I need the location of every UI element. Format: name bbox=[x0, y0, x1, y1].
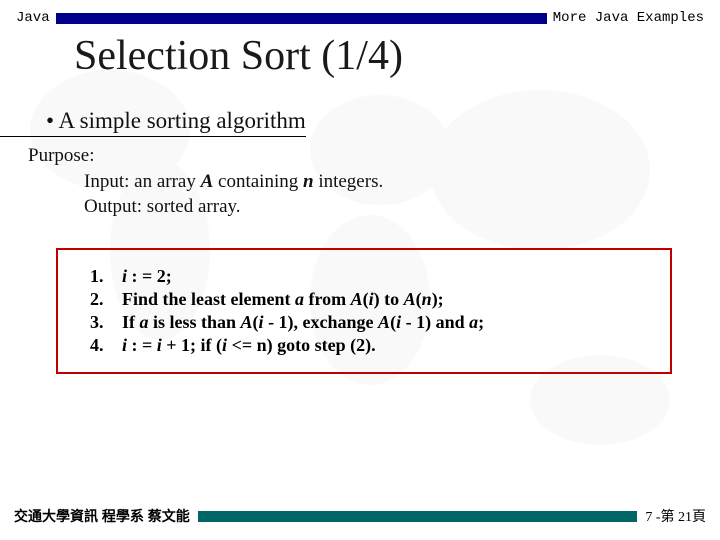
algorithm-step-text: If a is less than A(i - 1), exchange A(i… bbox=[122, 312, 658, 333]
footer-left-text: 交通大學資訊 程學系 蔡文能 bbox=[14, 506, 190, 526]
algorithm-step: 2.Find the least element a from A(i) to … bbox=[70, 289, 658, 310]
slide-footer: 交通大學資訊 程學系 蔡文能 7 -第 21頁 bbox=[0, 506, 720, 526]
header-bar bbox=[56, 13, 547, 24]
purpose-input-n: n bbox=[303, 171, 314, 192]
algorithm-step: 4. i : = i + 1; if (i <= n) goto step (2… bbox=[70, 335, 658, 356]
algorithm-step-number: 1. bbox=[70, 266, 122, 287]
algorithm-step-text: Find the least element a from A(i) to A(… bbox=[122, 289, 658, 310]
algorithm-step-text: i : = i + 1; if (i <= n) goto step (2). bbox=[122, 335, 658, 356]
slide-header: Java More Java Examples bbox=[0, 0, 720, 26]
purpose-output: Output: sorted array. bbox=[28, 194, 720, 220]
header-right-text: More Java Examples bbox=[553, 10, 704, 26]
purpose-input-A: A bbox=[201, 171, 214, 192]
algorithm-box: 1.i : = 2;2.Find the least element a fro… bbox=[56, 248, 672, 374]
footer-right-text: 7 -第 21頁 bbox=[645, 506, 706, 526]
algorithm-step-text: i : = 2; bbox=[122, 266, 658, 287]
purpose-input-mid: containing bbox=[213, 171, 303, 192]
algorithm-step: 1.i : = 2; bbox=[70, 266, 658, 287]
purpose-label: Purpose: bbox=[28, 143, 720, 169]
slide-title: Selection Sort (1/4) bbox=[0, 26, 720, 86]
header-left-text: Java bbox=[16, 10, 50, 26]
purpose-input-prefix: Input: an array bbox=[84, 171, 201, 192]
footer-bar bbox=[198, 511, 638, 522]
purpose-input-suffix: integers. bbox=[314, 171, 384, 192]
purpose-input: Input: an array A containing n integers. bbox=[28, 169, 720, 195]
algorithm-step: 3.If a is less than A(i - 1), exchange A… bbox=[70, 312, 658, 333]
algorithm-step-number: 2. bbox=[70, 289, 122, 310]
algorithm-step-number: 3. bbox=[70, 312, 122, 333]
purpose-block: Purpose: Input: an array A containing n … bbox=[0, 137, 720, 220]
bullet-item: • A simple sorting algorithm bbox=[0, 86, 306, 137]
algorithm-step-number: 4. bbox=[70, 335, 122, 356]
